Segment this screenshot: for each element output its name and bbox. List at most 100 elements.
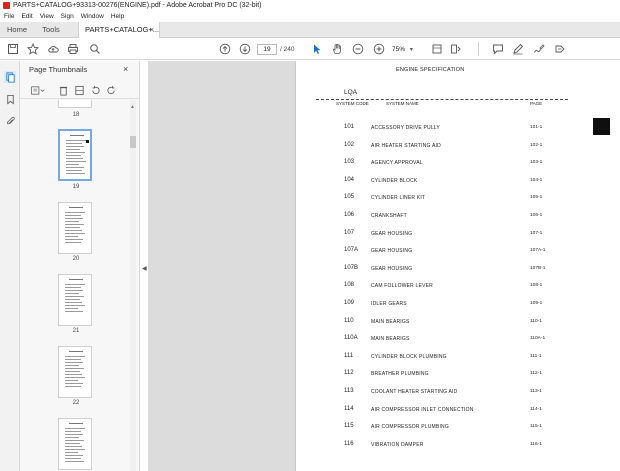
upload-cloud-icon[interactable] (46, 42, 60, 56)
page-number-input[interactable]: 19 (257, 44, 277, 55)
table-row: 114 AIR COMPRESSOR INLET CONNECTION 114-1 (296, 406, 620, 416)
page-thumbnails-icon[interactable] (4, 71, 16, 83)
table-row: 101 ACCESSORY DRIVE PULLY 101-1 (296, 124, 620, 134)
pen-highlight-icon[interactable] (511, 42, 525, 56)
thumbnail-list: 18 19 20 21 22 (20, 100, 132, 471)
page-ref: 111-1 (530, 353, 542, 359)
system-name: BREATHER PLUMBING (371, 371, 429, 378)
print-icon[interactable] (66, 42, 80, 56)
acrobat-app-icon (3, 2, 10, 9)
menu-sign[interactable]: Sign (57, 11, 77, 22)
options-menu-icon[interactable] (29, 84, 47, 96)
menu-file[interactable]: File (0, 11, 17, 22)
system-name: GEAR HOUSING (371, 248, 413, 255)
system-code: 102 (344, 141, 355, 148)
menu-view[interactable]: View (36, 11, 57, 22)
attachments-icon[interactable] (4, 115, 16, 127)
table-row: 102 AIR HEATER STARTING AID 102-1 (296, 142, 620, 152)
panel-close-icon[interactable]: × (123, 64, 128, 74)
collapse-panel-arrow-icon[interactable]: ◀ (142, 265, 147, 272)
tab-document[interactable]: PARTS+CATALOG+... × (78, 22, 160, 38)
menu-window[interactable]: Window (77, 11, 107, 22)
page-thumbnail-18[interactable] (58, 100, 92, 108)
table-row: 106 CRANKSHAFT 106-1 (296, 212, 620, 222)
system-name: AIR COMPRESSOR PLUMBING (371, 424, 449, 431)
menu-edit[interactable]: Edit (17, 11, 35, 22)
panel-toolbar (20, 81, 140, 99)
title-bar: PARTS+CATALOG+93313-00276(ENGINE).pdf - … (0, 0, 620, 11)
header-rule (316, 99, 568, 100)
system-name: AGENCY APPROVAL (371, 160, 423, 167)
extract-pages-icon[interactable] (73, 84, 85, 96)
system-name: ACCESSORY DRIVE PULLY (371, 125, 440, 131)
left-navigation-rail (0, 61, 20, 471)
column-header-page: PAGE (530, 101, 543, 106)
bookmarks-icon[interactable] (4, 93, 16, 105)
page-thumbnail-22[interactable] (58, 346, 92, 398)
fit-page-icon[interactable] (430, 42, 444, 56)
table-row: 105 CYLINDER LINER KIT 105-1 (296, 194, 620, 204)
page-thumbnail-20[interactable] (58, 202, 92, 254)
tab-tools[interactable]: Tools (34, 22, 68, 38)
delete-page-icon[interactable] (57, 84, 69, 96)
system-name: CYLINDER BLOCK PLUMBING (371, 353, 447, 360)
comment-icon[interactable] (491, 42, 505, 56)
thumbnail-scrollbar-thumb[interactable] (130, 136, 136, 148)
document-heading: ENGINE SPECIFICATION (396, 67, 465, 73)
scroll-mode-icon[interactable] (449, 42, 463, 56)
system-code: 111 (344, 352, 354, 359)
table-row: 107A GEAR HOUSING 107A-1 (296, 247, 620, 257)
zoom-out-icon[interactable] (351, 42, 365, 56)
zoom-level-value: 75% (392, 46, 406, 53)
table-row: 110A MAIN BEARIGS 110A-1 (296, 335, 620, 345)
rotate-clockwise-icon[interactable] (105, 84, 117, 96)
thumbnail-label: 21 (72, 328, 80, 334)
system-name: VIBRATION DAMPER (371, 441, 424, 448)
tab-document-label: PARTS+CATALOG+... (85, 25, 160, 34)
page-thumbnail-21[interactable] (58, 274, 92, 326)
system-code: 103 (344, 159, 355, 166)
page-thumbnail-19[interactable] (58, 129, 92, 181)
table-row: 115 AIR COMPRESSOR PLUMBING 115-1 (296, 423, 620, 433)
main-toolbar: 19 / 240 75% ▾ (0, 38, 620, 60)
search-icon[interactable] (88, 42, 102, 56)
tab-bar: Home Tools PARTS+CATALOG+... × (0, 22, 620, 38)
system-code: 113 (344, 388, 354, 394)
window-title: PARTS+CATALOG+93313-00276(ENGINE).pdf - … (13, 2, 262, 9)
hand-tool-icon[interactable] (330, 42, 344, 56)
system-name: CYLINDER BLOCK (371, 177, 418, 184)
tab-home[interactable]: Home (0, 22, 34, 38)
system-code: 114 (344, 405, 354, 412)
thumbnail-scrollbar[interactable] (130, 100, 136, 471)
scroll-up-arrow-icon[interactable]: ▲ (130, 104, 135, 110)
table-row: 103 AGENCY APPROVAL 103-1 (296, 159, 620, 169)
table-row: 104 CYLINDER BLOCK 104-1 (296, 177, 620, 187)
page-ref: 101-1 (530, 125, 543, 130)
system-name: MAIN BEARIGS (371, 318, 410, 325)
next-page-icon[interactable] (238, 42, 252, 56)
table-row: 107 GEAR HOUSING 107-1 (296, 230, 620, 240)
previous-page-icon[interactable] (218, 42, 232, 56)
system-name: MAIN BEARIGS (371, 336, 410, 343)
fill-sign-icon[interactable] (532, 42, 546, 56)
share-icon[interactable] (553, 42, 567, 56)
column-header-code: SYSTEM CODE (336, 101, 369, 106)
system-name: AIR HEATER STARTING AID (371, 142, 441, 149)
menu-help[interactable]: Help (107, 11, 127, 22)
system-code: 110A (344, 335, 358, 342)
menu-bar: File Edit View Sign Window Help (0, 11, 620, 22)
table-row: 116 VIBRATION DAMPER 116-1 (296, 441, 620, 451)
zoom-level-select[interactable]: 75% ▾ (392, 44, 422, 55)
bookmark-star-icon[interactable] (26, 42, 40, 56)
select-cursor-icon[interactable] (310, 42, 324, 56)
table-row: 107B GEAR HOUSING 107B-1 (296, 265, 620, 275)
page-ref: 113-1 (530, 389, 542, 394)
save-icon[interactable] (6, 42, 20, 56)
page-thumbnail-23[interactable] (58, 418, 92, 470)
zoom-in-icon[interactable] (372, 42, 386, 56)
rotate-counterclockwise-icon[interactable] (89, 84, 101, 96)
thumbnail-label: 18 (72, 112, 80, 118)
tab-close-icon[interactable]: × (150, 22, 154, 38)
page-ref: 115-1 (530, 424, 542, 430)
page-total: / 240 (280, 46, 295, 53)
